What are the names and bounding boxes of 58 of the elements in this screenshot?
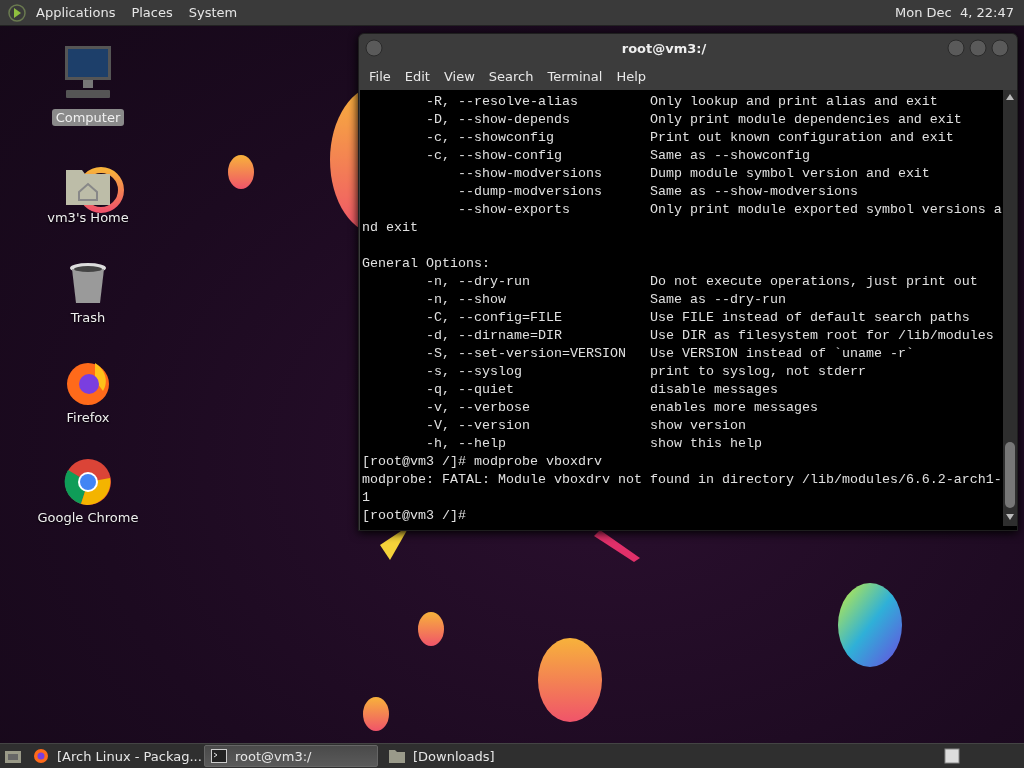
desktop-icon-label[interactable]: Google Chrome (33, 509, 143, 526)
menu-item[interactable]: Edit (398, 65, 436, 87)
scrollbar[interactable] (1003, 90, 1017, 526)
wallpaper-bubble (363, 697, 389, 731)
terminal-line: modprobe: FATAL: Module vboxdrv not found in directory /lib/modules/6.6.2-arch1- (362, 471, 1003, 489)
minimize-button[interactable] (945, 39, 967, 57)
firefox-icon (65, 360, 111, 406)
chrome-icon (64, 458, 112, 506)
wallpaper-bubble (418, 612, 444, 646)
menu-logo-icon[interactable] (8, 3, 26, 22)
terminal-line: -h, --help show this help (425, 435, 763, 453)
terminal-line: --show-modversions Dump module symbol version and exit (456, 165, 931, 183)
wallpaper-bubble (228, 155, 254, 189)
close-button[interactable] (989, 39, 1011, 57)
menu-item[interactable]: Search (482, 65, 540, 87)
terminal-line: -V, --version show version (425, 417, 747, 435)
taskbar-button[interactable]: root@vm3:/ (204, 745, 378, 767)
desktop-icon-label[interactable]: Firefox (62, 409, 114, 426)
maximize-button[interactable] (967, 39, 989, 57)
panel-menu[interactable]: Places (125, 3, 179, 22)
folder-icon (389, 749, 405, 763)
menu-item[interactable]: Help (610, 65, 653, 87)
terminal-line: General Options: (362, 255, 491, 273)
terminal-icon (211, 749, 227, 763)
terminal-line: -C, --config=FILE Use FILE instead of default search paths (425, 309, 971, 327)
show-desktop-icon[interactable] (4, 748, 22, 764)
window-menu-button[interactable] (365, 39, 383, 57)
panel-menu[interactable]: Applications (30, 3, 122, 22)
menu-item[interactable]: File (363, 65, 397, 87)
terminal-line: -q, --quiet disable messages (425, 381, 779, 399)
desktop-icon-label[interactable]: vm3's Home (43, 209, 133, 226)
terminal-line: nd exit (362, 219, 419, 237)
workspace-switcher[interactable] (944, 748, 960, 764)
terminal-line: -c, --showconfig Print out known configuration and exit (425, 129, 955, 147)
terminal-line: -R, --resolve-alias Only lookup and print alias and exit (425, 93, 939, 111)
terminal-line: -S, --set-version=VERSION Use VERSION instead of `uname -r` (425, 345, 915, 363)
clock[interactable]: Mon Dec 4, 22:47 (895, 5, 1016, 20)
terminal-line: -d, --dirname=DIR Use DIR as filesystem root for /lib/modules (425, 327, 995, 345)
terminal-line: 1 (362, 489, 371, 507)
firefox-icon (33, 748, 49, 764)
menu-item[interactable]: Terminal (541, 65, 609, 87)
window-title: root@vm3:/ (620, 40, 708, 56)
terminal-line: --dump-modversions Same as --show-modversions (456, 183, 859, 201)
panel-menu[interactable]: System (182, 3, 244, 22)
terminal-line: -v, --verbose enables more messages (425, 399, 819, 417)
trash-icon (69, 262, 107, 306)
terminal-line: -s, --syslog print to syslog, not stderr (425, 363, 867, 381)
menu-item[interactable]: View (437, 65, 481, 87)
terminal-line: -c, --show-config Same as --showconfig (425, 147, 811, 165)
terminal-line: --show-exports Only print module exported symbol versions a (456, 201, 1003, 219)
terminal-line: [root@vm3 /]# (362, 507, 467, 525)
desktop-icon-label[interactable]: Trash (66, 309, 110, 326)
terminal-line: -n, --show Same as --dry-run (425, 291, 787, 309)
terminal-line: [root@vm3 /]# modprobe vboxdrv (362, 453, 603, 471)
terminal-line: -D, --show-depends Only print module dependencies and exit (425, 111, 963, 129)
terminal-line: -n, --dry-run Do not execute operations, just print out (425, 273, 979, 291)
taskbar-button[interactable]: [Arch Linux - Packag... (26, 745, 200, 767)
taskbar-button[interactable]: [Downloads] (382, 745, 556, 767)
